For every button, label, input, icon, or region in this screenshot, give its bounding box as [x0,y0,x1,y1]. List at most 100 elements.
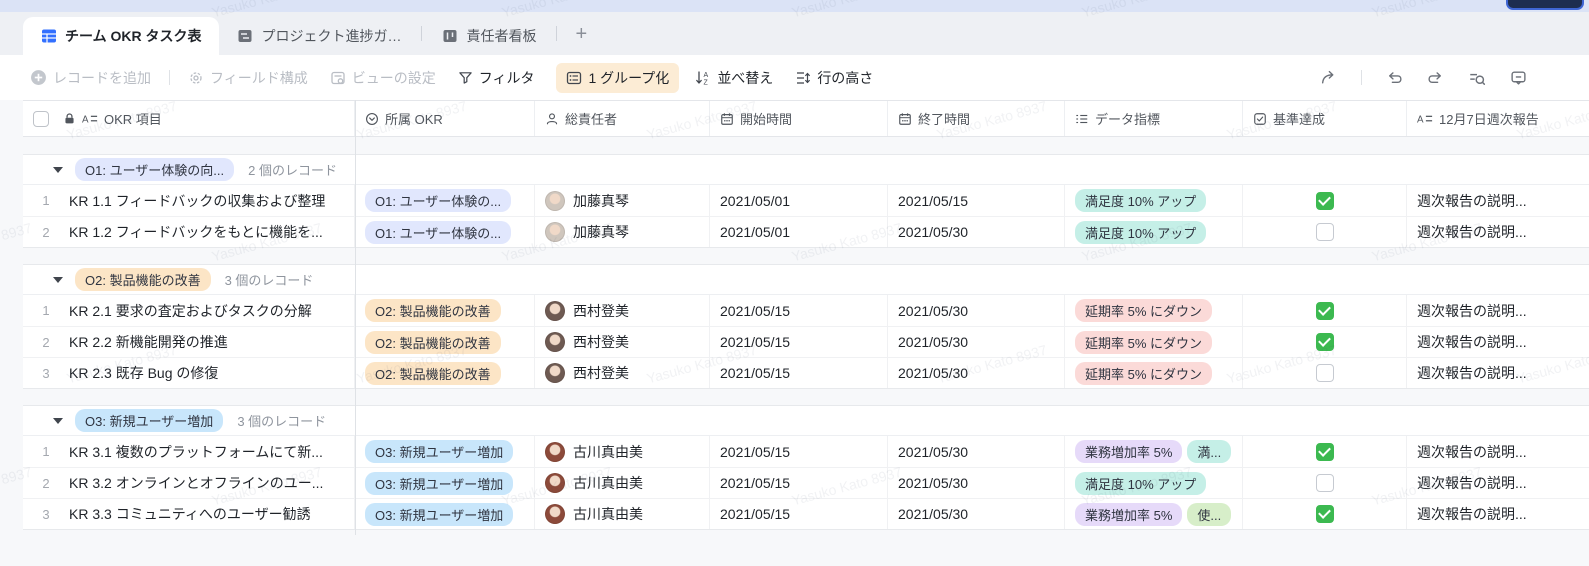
cell-baseline-check[interactable] [1243,185,1407,216]
window-corner-button[interactable] [1506,0,1584,10]
cell-okr-item[interactable]: 1 KR 3.1 複数のプラットフォームにて新... [23,436,355,467]
cell-parent-okr[interactable]: O2: 製品機能の改善 [355,295,535,326]
cell-okr-item[interactable]: 3 KR 2.3 既存 Bug の修復 [23,358,355,388]
cell-okr-item[interactable]: 1 KR 2.1 要求の査定およびタスクの分解 [23,295,355,326]
cell-metrics[interactable]: 業務増加率 5% 使... [1065,499,1243,529]
cell-owner[interactable]: 西村登美 [535,327,710,357]
cell-baseline-check[interactable] [1243,217,1407,247]
search-records-button[interactable] [1468,69,1486,87]
cell-owner[interactable]: 古川真由美 [535,499,710,529]
cell-owner[interactable]: 西村登美 [535,295,710,326]
undo-button[interactable] [1386,69,1403,86]
cell-end-date[interactable]: 2021/05/30 [888,436,1065,467]
cell-weekly-report[interactable]: 週次報告の説明... [1407,295,1589,326]
cell-end-date[interactable]: 2021/05/30 [888,327,1065,357]
row-height-button[interactable]: 行の高さ [795,68,873,88]
cell-owner[interactable]: 加藤真琴 [535,217,710,247]
cell-end-date[interactable]: 2021/05/30 [888,468,1065,498]
cell-okr-item[interactable]: 2 KR 2.2 新機能開発の推進 [23,327,355,357]
tab-team-okr-table[interactable]: チーム OKR タスク表 [23,17,220,55]
cell-weekly-report[interactable]: 週次報告の説明... [1407,499,1589,529]
table-row[interactable]: 1 KR 2.1 要求の査定およびタスクの分解 O2: 製品機能の改善 西村登美… [23,295,1589,326]
cell-okr-item[interactable]: 3 KR 3.3 コミュニティへのユーザー勧誘 [23,499,355,529]
cell-weekly-report[interactable]: 週次報告の説明... [1407,436,1589,467]
cell-parent-okr[interactable]: O3: 新規ユーザー増加 [355,436,535,467]
cell-baseline-check[interactable] [1243,327,1407,357]
filter-button[interactable]: フィルタ [458,68,534,88]
group-by-button[interactable]: 1 グループ化 [556,62,680,93]
cell-start-date[interactable]: 2021/05/15 [710,436,888,467]
cell-end-date[interactable]: 2021/05/30 [888,499,1065,529]
cell-start-date[interactable]: 2021/05/15 [710,358,888,388]
sort-button[interactable]: A Z 並べ替え [695,68,773,88]
column-header-baseline[interactable]: 基準達成 [1243,101,1407,136]
table-row[interactable]: 3 KR 3.3 コミュニティへのユーザー勧誘 O3: 新規ユーザー増加 古川真… [23,498,1589,529]
add-view-button[interactable]: + [559,16,603,52]
comment-button[interactable] [1510,69,1527,86]
cell-owner[interactable]: 古川真由美 [535,468,710,498]
cell-end-date[interactable]: 2021/05/30 [888,358,1065,388]
cell-metrics[interactable]: 満足度 10% アップ [1065,217,1243,247]
group-header[interactable]: O3: 新規ユーザー増加 3 個のレコード [23,406,1589,436]
column-header-weekly-report[interactable]: A 12月7日週次報告 [1407,101,1589,136]
cell-start-date[interactable]: 2021/05/15 [710,468,888,498]
collapse-triangle-icon[interactable] [53,166,63,173]
collapse-triangle-icon[interactable] [53,276,63,283]
column-header-metrics[interactable]: データ指標 [1065,101,1243,136]
cell-parent-okr[interactable]: O2: 製品機能の改善 [355,327,535,357]
baseline-checkbox[interactable] [1315,191,1334,210]
cell-metrics[interactable]: 延期率 5% にダウン [1065,295,1243,326]
tab-owner-kanban[interactable]: 責任者看板 [424,17,554,55]
collapse-triangle-icon[interactable] [53,417,63,424]
select-all-checkbox[interactable] [33,110,49,127]
cell-parent-okr[interactable]: O1: ユーザー体験の... [355,185,535,216]
cell-weekly-report[interactable]: 週次報告の説明... [1407,358,1589,388]
table-row[interactable]: 2 KR 2.2 新機能開発の推進 O2: 製品機能の改善 西村登美 2021/… [23,326,1589,357]
column-header-owner[interactable]: 総責任者 [535,101,710,136]
table-row[interactable]: 2 KR 1.2 フィードバックをもとに機能を... O1: ユーザー体験の..… [23,216,1589,247]
cell-metrics[interactable]: 業務増加率 5% 満... [1065,436,1243,467]
view-settings-button[interactable]: ビューの設定 [330,68,436,88]
baseline-checkbox[interactable] [1315,364,1334,382]
cell-metrics[interactable]: 満足度 10% アップ [1065,185,1243,216]
column-header-parent-okr[interactable]: 所属 OKR [355,101,535,136]
share-button[interactable] [1320,69,1337,86]
redo-button[interactable] [1427,69,1444,86]
cell-baseline-check[interactable] [1243,358,1407,388]
table-row[interactable]: 3 KR 2.3 既存 Bug の修復 O2: 製品機能の改善 西村登美 202… [23,357,1589,388]
cell-start-date[interactable]: 2021/05/15 [710,327,888,357]
field-config-button[interactable]: フィールド構成 [188,68,308,88]
cell-end-date[interactable]: 2021/05/15 [888,185,1065,216]
cell-parent-okr[interactable]: O3: 新規ユーザー増加 [355,499,535,529]
cell-owner[interactable]: 西村登美 [535,358,710,388]
group-header[interactable]: O2: 製品機能の改善 3 個のレコード [23,265,1589,295]
cell-parent-okr[interactable]: O3: 新規ユーザー増加 [355,468,535,498]
column-header-start-date[interactable]: 開始時間 [710,101,888,136]
cell-start-date[interactable]: 2021/05/01 [710,185,888,216]
add-record-button[interactable]: レコードを追加 [30,68,151,88]
table-row[interactable]: 1 KR 1.1 フィードバックの収集および整理 O1: ユーザー体験の... … [23,185,1589,216]
cell-baseline-check[interactable] [1243,468,1407,498]
table-row[interactable]: 2 KR 3.2 オンラインとオフラインのユー... O3: 新規ユーザー増加 … [23,467,1589,498]
cell-weekly-report[interactable]: 週次報告の説明... [1407,217,1589,247]
cell-start-date[interactable]: 2021/05/15 [710,499,888,529]
baseline-checkbox[interactable] [1315,223,1334,241]
cell-parent-okr[interactable]: O1: ユーザー体験の... [355,217,535,247]
cell-metrics[interactable]: 延期率 5% にダウン [1065,327,1243,357]
cell-owner[interactable]: 古川真由美 [535,436,710,467]
baseline-checkbox[interactable] [1315,474,1334,492]
cell-okr-item[interactable]: 2 KR 3.2 オンラインとオフラインのユー... [23,468,355,498]
column-header-end-date[interactable]: 終了時間 [888,101,1065,136]
table-row[interactable]: 1 KR 3.1 複数のプラットフォームにて新... O3: 新規ユーザー増加 … [23,436,1589,467]
cell-baseline-check[interactable] [1243,295,1407,326]
cell-weekly-report[interactable]: 週次報告の説明... [1407,185,1589,216]
column-header-okr-item[interactable]: A OKR 項目 [23,101,355,136]
cell-metrics[interactable]: 満足度 10% アップ [1065,468,1243,498]
cell-baseline-check[interactable] [1243,436,1407,467]
cell-start-date[interactable]: 2021/05/15 [710,295,888,326]
cell-start-date[interactable]: 2021/05/01 [710,217,888,247]
cell-owner[interactable]: 加藤真琴 [535,185,710,216]
cell-baseline-check[interactable] [1243,499,1407,529]
cell-metrics[interactable]: 延期率 5% にダウン [1065,358,1243,388]
cell-weekly-report[interactable]: 週次報告の説明... [1407,327,1589,357]
